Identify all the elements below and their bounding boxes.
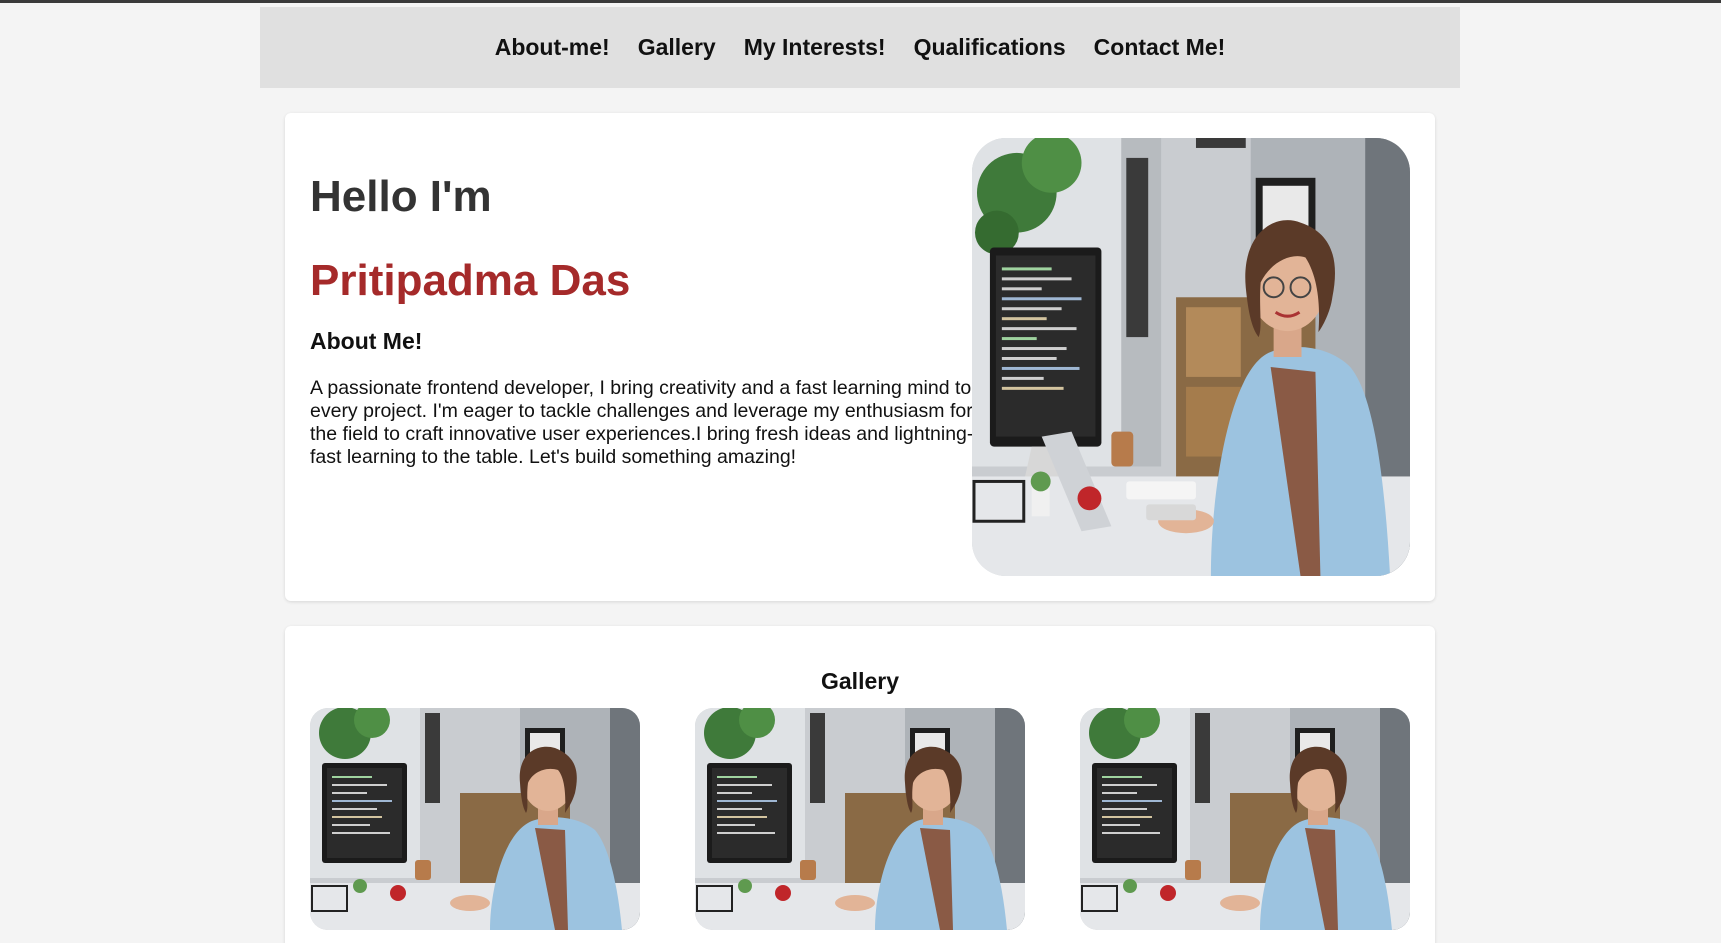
nav-link-contact-me[interactable]: Contact Me! xyxy=(1094,34,1226,61)
gallery-card: Gallery xyxy=(285,626,1435,943)
about-paragraph: A passionate frontend developer, I bring… xyxy=(310,376,974,468)
hero-card: Hello I'm Pritipadma Das About Me! A pas… xyxy=(285,113,1435,601)
gallery-image-2[interactable] xyxy=(695,708,1025,930)
profile-photo xyxy=(972,138,1410,576)
name-heading: Pritipadma Das xyxy=(310,256,631,306)
top-border xyxy=(0,0,1721,3)
greeting-heading: Hello I'm xyxy=(310,172,492,221)
hero-text: Hello I'm Pritipadma Das About Me! A pas… xyxy=(310,172,975,469)
nav-link-my-interests[interactable]: My Interests! xyxy=(744,34,886,61)
nav-link-gallery[interactable]: Gallery xyxy=(638,34,716,61)
top-navbar: About-me! Gallery My Interests! Qualific… xyxy=(260,7,1460,88)
gallery-image-3[interactable] xyxy=(1080,708,1410,930)
gallery-image-1[interactable] xyxy=(310,708,640,930)
gallery-grid xyxy=(310,708,1410,930)
nav-link-qualifications[interactable]: Qualifications xyxy=(914,34,1066,61)
nav-link-about-me[interactable]: About-me! xyxy=(495,34,610,61)
gallery-title: Gallery xyxy=(821,668,899,694)
about-title: About Me! xyxy=(310,327,423,354)
